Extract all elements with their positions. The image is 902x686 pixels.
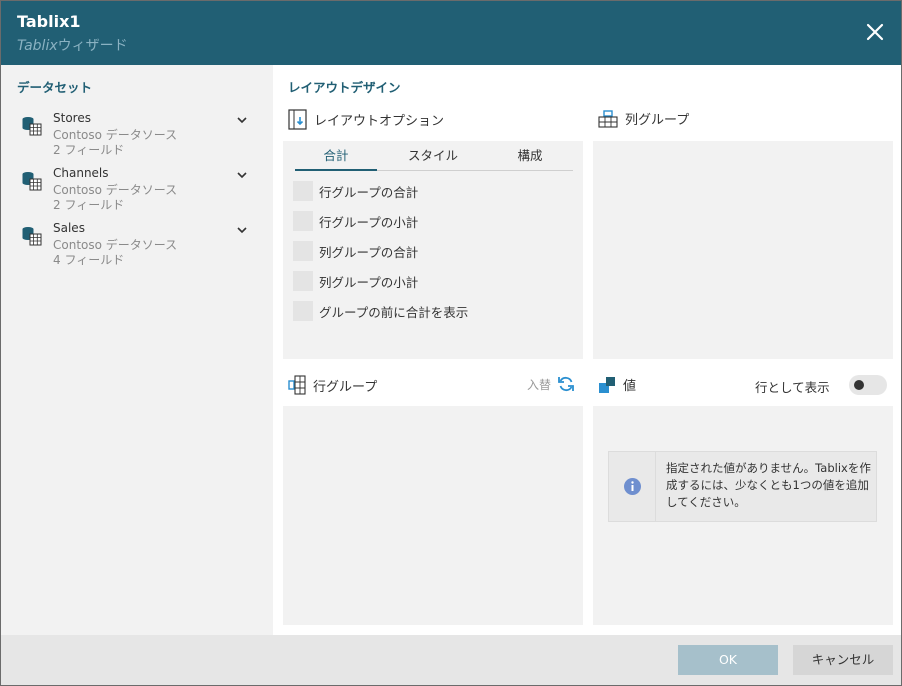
layout-options-title: レイアウトオプション <box>314 114 445 129</box>
column-groups-icon <box>598 109 618 128</box>
dialog-subtitle: Tablixウィザード <box>17 35 128 55</box>
column-groups-title: 列グループ <box>625 113 690 128</box>
column-groups-dropzone[interactable] <box>593 141 893 359</box>
checkbox[interactable] <box>293 301 313 321</box>
dataset-field-count: 2 フィールド <box>53 198 125 212</box>
layout-design-area: レイアウトデザイン レイアウトオプション 合計 スタイル 構成 行グループの合計 <box>273 65 901 635</box>
tab-totals[interactable]: 合計 <box>295 147 377 171</box>
chevron-down-icon[interactable] <box>235 223 249 237</box>
layout-options-header: レイアウトオプション <box>288 109 444 130</box>
option-label: 行グループの合計 <box>319 184 419 200</box>
dataset-name: Channels <box>53 166 109 180</box>
no-values-info-box: 指定された値がありません。Tablixを作成するには、少なくとも1つの値を追加し… <box>608 451 877 522</box>
layout-design-title: レイアウトデザイン <box>288 80 401 95</box>
info-icon-box <box>609 452 656 521</box>
database-table-icon <box>22 172 42 191</box>
option-show-totals-before-group[interactable]: グループの前に合計を表示 <box>293 301 468 321</box>
dialog-header: Tablix1 Tablixウィザード <box>1 1 901 65</box>
option-row-group-subtotal[interactable]: 行グループの小計 <box>293 211 418 231</box>
show-as-rows-toggle[interactable] <box>849 375 887 395</box>
swap-button[interactable]: 入替 <box>527 375 575 393</box>
swap-refresh-icon <box>558 376 574 392</box>
dataset-name: Stores <box>53 111 91 125</box>
layout-options-tabs: 合計 スタイル 構成 <box>295 147 573 171</box>
close-icon <box>866 23 884 41</box>
chevron-down-icon[interactable] <box>235 113 249 127</box>
dialog-footer: OK キャンセル <box>1 635 901 685</box>
dataset-section-title: データセット <box>17 80 93 95</box>
layout-options-icon <box>288 109 307 130</box>
dataset-name: Sales <box>53 221 85 235</box>
tab-structure[interactable]: 構成 <box>489 147 571 171</box>
option-label: 列グループの合計 <box>319 244 419 260</box>
values-icon <box>599 376 615 393</box>
database-table-icon <box>22 227 42 246</box>
checkbox[interactable] <box>293 271 313 291</box>
values-header: 値 <box>598 375 636 394</box>
layout-options-panel: 合計 スタイル 構成 行グループの合計 行グループの小計 列グループの合計 列グ… <box>283 141 583 359</box>
option-label: 行グループの小計 <box>319 214 419 230</box>
checkbox[interactable] <box>293 181 313 201</box>
close-button[interactable] <box>863 20 887 44</box>
subtitle-rest: ウィザード <box>57 38 128 54</box>
option-row-group-total[interactable]: 行グループの合計 <box>293 181 418 201</box>
column-groups-header: 列グループ <box>598 109 689 128</box>
dataset-item-sales[interactable]: Sales Contoso データソース 4 フィールド <box>21 221 261 271</box>
info-icon <box>623 478 641 495</box>
ok-button[interactable]: OK <box>678 645 778 675</box>
database-table-icon <box>22 117 42 136</box>
wizard-dialog: Tablix1 Tablixウィザード データセット Stores Contos… <box>0 0 902 686</box>
tab-style[interactable]: スタイル <box>392 147 474 171</box>
row-groups-dropzone[interactable] <box>283 406 583 625</box>
dataset-field-count: 2 フィールド <box>53 143 125 157</box>
chevron-down-icon[interactable] <box>235 168 249 182</box>
row-groups-icon <box>288 375 306 395</box>
subtitle-italic: Tablix <box>17 38 58 54</box>
dataset-item-channels[interactable]: Channels Contoso データソース 2 フィールド <box>21 166 261 216</box>
show-as-rows-label: 行として表示 <box>755 380 830 395</box>
values-dropzone[interactable]: 指定された値がありません。Tablixを作成するには、少なくとも1つの値を追加し… <box>593 406 893 625</box>
option-label: グループの前に合計を表示 <box>319 304 469 320</box>
no-values-message: 指定された値がありません。Tablixを作成するには、少なくとも1つの値を追加し… <box>666 461 871 509</box>
row-groups-title: 行グループ <box>313 379 378 395</box>
checkbox[interactable] <box>293 211 313 231</box>
toggle-knob <box>854 380 864 390</box>
values-title: 値 <box>623 379 637 394</box>
option-label: 列グループの小計 <box>319 274 419 290</box>
row-groups-header: 行グループ <box>288 375 377 395</box>
dataset-item-stores[interactable]: Stores Contoso データソース 2 フィールド <box>21 111 261 161</box>
dialog-title: Tablix1 <box>17 12 81 31</box>
cancel-button[interactable]: キャンセル <box>793 645 893 675</box>
option-column-group-subtotal[interactable]: 列グループの小計 <box>293 271 418 291</box>
dataset-sidebar: データセット Stores Contoso データソース 2 フィールド Cha… <box>1 65 273 635</box>
dataset-field-count: 4 フィールド <box>53 253 125 267</box>
option-column-group-total[interactable]: 列グループの合計 <box>293 241 418 261</box>
swap-label: 入替 <box>527 377 552 392</box>
checkbox[interactable] <box>293 241 313 261</box>
